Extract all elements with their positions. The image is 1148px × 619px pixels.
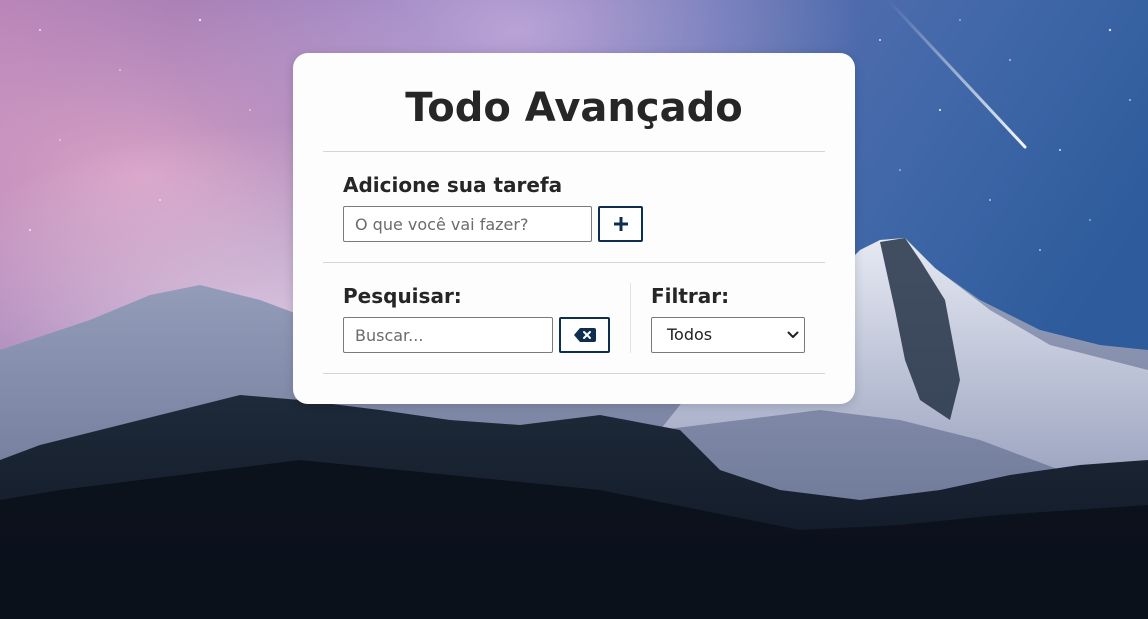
divider [323, 373, 825, 374]
search-input[interactable] [343, 317, 553, 353]
divider [323, 262, 825, 263]
search-label: Pesquisar: [343, 284, 462, 308]
backspace-icon [573, 328, 596, 342]
add-task-button[interactable] [598, 206, 643, 242]
divider [323, 151, 825, 152]
page-title: Todo Avançado [405, 85, 743, 131]
todo-card: Todo Avançado Adicione sua tarefa Pesqui… [293, 53, 855, 404]
filter-selected-value: Todos [667, 325, 713, 344]
filter-select[interactable]: Todos [651, 317, 805, 353]
plus-icon [613, 217, 628, 231]
filter-label: Filtrar: [651, 284, 730, 308]
erase-search-button[interactable] [559, 317, 610, 353]
vertical-divider [630, 283, 631, 353]
add-task-label: Adicione sua tarefa [343, 173, 563, 197]
chevron-down-icon [787, 331, 799, 338]
task-input[interactable] [343, 206, 592, 242]
